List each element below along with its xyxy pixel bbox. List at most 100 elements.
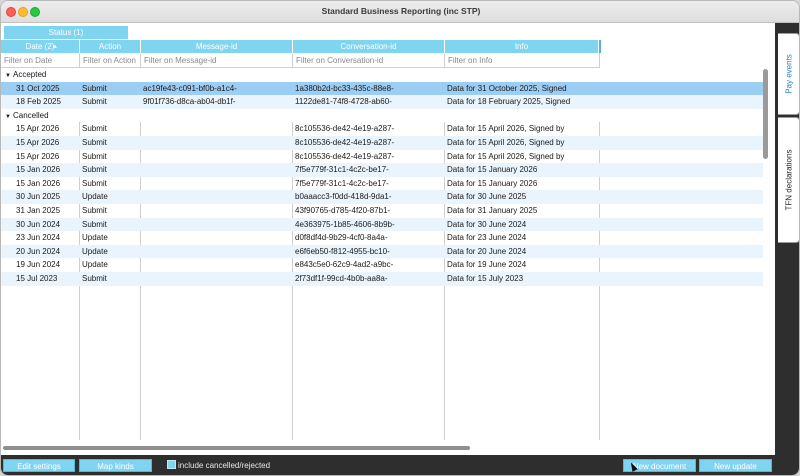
cell-info: Data for 15 April 2026, Signed by: [447, 151, 565, 161]
cell-message-id: ac19fe43-c091-bf0b-a1c4-: [143, 83, 237, 93]
header-resize-handle[interactable]: [599, 40, 601, 53]
table-row[interactable]: 15 Apr 2026 Submit 8c105536-de42-4e19-a2…: [1, 135, 763, 150]
cell-info: Data for 15 January 2026: [447, 178, 538, 188]
header-info[interactable]: Info: [445, 40, 599, 53]
horizontal-scrollbar-track[interactable]: [1, 444, 763, 452]
header-date-label: Date (2): [25, 42, 55, 51]
cell-message-id: 9f01f736-d8ca-ab04-db1f-: [143, 97, 236, 107]
cell-action: Submit: [82, 165, 107, 175]
cell-message-id: [141, 258, 293, 272]
table-row[interactable]: 18 Feb 2025 Submit 9f01f736-d8ca-ab04-db…: [1, 95, 763, 109]
table-row[interactable]: 30 Jun 2024 Submit 4e363975-1b85-4606-8b…: [1, 217, 763, 232]
cell-message-id: [141, 272, 293, 286]
events-table: Date (2) ▲ Action Message-id Conversatio…: [1, 40, 763, 440]
cell-action: Submit: [82, 219, 107, 229]
cell-date: 15 Apr 2026: [16, 137, 60, 147]
cell-date: 15 Jan 2026: [16, 165, 61, 175]
table-row[interactable]: 31 Oct 2025 Submit ac19fe43-c091-bf0b-a1…: [1, 81, 763, 96]
cell-conversation-id: e843c5e0-62c9-4ad2-a9bc-: [295, 260, 394, 270]
table-row[interactable]: 15 Apr 2026 Submit 8c105536-de42-4e19-a2…: [1, 122, 763, 136]
cell-conversation-id: e6f6eb50-f812-4955-bc10-: [295, 246, 390, 256]
cell-info: Data for 15 July 2023: [447, 273, 524, 283]
table-row[interactable]: 31 Jan 2025 Submit 43f90765-d785-4f20-87…: [1, 204, 763, 218]
cell-action: Submit: [82, 205, 107, 215]
cell-message-id: [141, 245, 293, 259]
cell-message-id: [141, 204, 293, 218]
include-cancelled-toggle[interactable]: include cancelled/rejected: [167, 459, 270, 472]
cell-action: Submit: [82, 151, 107, 161]
cell-conversation-id: 4e363975-1b85-4606-8b9b-: [295, 219, 395, 229]
cell-date: 31 Oct 2025: [16, 83, 60, 93]
cell-info: Data for 30 June 2024: [447, 219, 527, 229]
table-row[interactable]: 15 Apr 2026 Submit 8c105536-de42-4e19-a2…: [1, 150, 763, 164]
group-header-cancelled[interactable]: ▼ Cancelled: [1, 108, 763, 123]
bottom-toolbar: Edit settings Map kinds include cancelle…: [1, 455, 775, 475]
title-bar[interactable]: Standard Business Reporting (inc STP): [1, 1, 799, 23]
cell-action: Update: [82, 192, 108, 202]
cell-message-id: [141, 190, 293, 204]
cell-action: Submit: [82, 83, 107, 93]
table-row[interactable]: 23 Jun 2024 Update d0f8df4d-9b29-4cf0-8a…: [1, 231, 763, 245]
table-row[interactable]: 15 Jul 2023 Submit 2f73df1f-99cd-4b0b-aa…: [1, 271, 763, 286]
cell-message-id: [141, 136, 293, 150]
cell-date: 30 Jun 2025: [16, 192, 61, 202]
group-header-accepted[interactable]: ▼ Accepted: [1, 68, 763, 82]
table-row[interactable]: 15 Jan 2026 Submit 7f5e779f-31c1-4c2c-be…: [1, 177, 763, 191]
cell-message-id: [141, 177, 293, 191]
cell-action: Submit: [82, 124, 107, 134]
cell-date: 15 Apr 2026: [16, 124, 60, 134]
header-action[interactable]: Action: [80, 40, 141, 53]
table-row[interactable]: 20 Jun 2024 Update e6f6eb50-f812-4955-bc…: [1, 244, 763, 259]
tab-pay-events[interactable]: Pay events: [778, 33, 799, 115]
header-conversation-id[interactable]: Conversation-id: [293, 40, 445, 53]
cell-date: 15 Jul 2023: [16, 273, 58, 283]
cell-conversation-id: 43f90765-d785-4f20-87b1-: [295, 205, 391, 215]
cell-date: 18 Feb 2025: [16, 97, 61, 107]
header-message-id[interactable]: Message-id: [141, 40, 293, 53]
new-update-button[interactable]: New update: [699, 459, 772, 472]
cell-conversation-id: 2f73df1f-99cd-4b0b-aa8a-: [295, 273, 388, 283]
cell-message-id: [141, 163, 293, 177]
table-row[interactable]: 15 Jan 2026 Submit 7f5e779f-31c1-4c2c-be…: [1, 163, 763, 177]
tab-tfn-declarations[interactable]: TFN declarations: [778, 117, 799, 243]
table-row[interactable]: 19 Jun 2024 Update e843c5e0-62c9-4ad2-a9…: [1, 258, 763, 272]
cell-message-id: [141, 150, 293, 164]
tab-pay-events-label: Pay events: [784, 54, 793, 94]
app-window: Standard Business Reporting (inc STP) St…: [0, 0, 800, 476]
cell-date: 19 Jun 2024: [16, 260, 61, 270]
horizontal-scrollbar[interactable]: [3, 446, 470, 450]
filter-action-input[interactable]: Filter on Action: [80, 53, 141, 68]
cell-message-id: [141, 122, 293, 136]
filter-conversation-id-input[interactable]: Filter on Conversation-id: [293, 53, 445, 68]
include-cancelled-label: include cancelled/rejected: [178, 461, 271, 470]
filter-message-id-input[interactable]: Filter on Message-id: [141, 53, 293, 68]
cell-action: Submit: [82, 97, 107, 107]
filter-date-input[interactable]: Filter on Date: [1, 53, 80, 68]
cell-message-id: [141, 218, 293, 232]
include-cancelled-checkbox[interactable]: [167, 460, 176, 469]
cell-info: Data for 18 February 2025, Signed: [447, 97, 571, 107]
cell-info: Data for 15 January 2026: [447, 165, 538, 175]
cell-action: Submit: [82, 137, 107, 147]
cell-action: Update: [82, 233, 108, 243]
cell-conversation-id: 1122de81-74f8-4728-ab60-: [295, 97, 392, 107]
cell-info: Data for 20 June 2024: [447, 246, 527, 256]
edit-settings-button[interactable]: Edit settings: [3, 459, 75, 472]
main-content: Status (1) Date (2) ▲ Action Message-id …: [1, 23, 775, 455]
cell-message-id: [141, 231, 293, 245]
cell-conversation-id: d0f8df4d-9b29-4cf0-8a4a-: [295, 233, 388, 243]
cell-info: Data for 19 June 2024: [447, 260, 527, 270]
cell-conversation-id: 7f5e779f-31c1-4c2c-be17-: [295, 178, 389, 188]
cell-conversation-id: 8c105536-de42-4e19-a287-: [295, 137, 395, 147]
table-row[interactable]: 30 Jun 2025 Update b0aaacc3-f0dd-418d-9d…: [1, 190, 763, 204]
map-kinds-button[interactable]: Map kinds: [79, 459, 152, 472]
vertical-scrollbar[interactable]: [763, 69, 768, 159]
cell-date: 31 Jan 2025: [16, 205, 61, 215]
cell-date: 15 Apr 2026: [16, 151, 60, 161]
window-title: Standard Business Reporting (inc STP): [321, 6, 481, 16]
header-date[interactable]: Date (2) ▲: [1, 40, 80, 53]
filter-info-input[interactable]: Filter on Info: [445, 53, 600, 68]
cell-info: Data for 15 April 2026, Signed by: [447, 124, 565, 134]
cell-info: Data for 30 June 2025: [447, 192, 527, 202]
status-column-tab[interactable]: Status (1): [4, 26, 128, 39]
